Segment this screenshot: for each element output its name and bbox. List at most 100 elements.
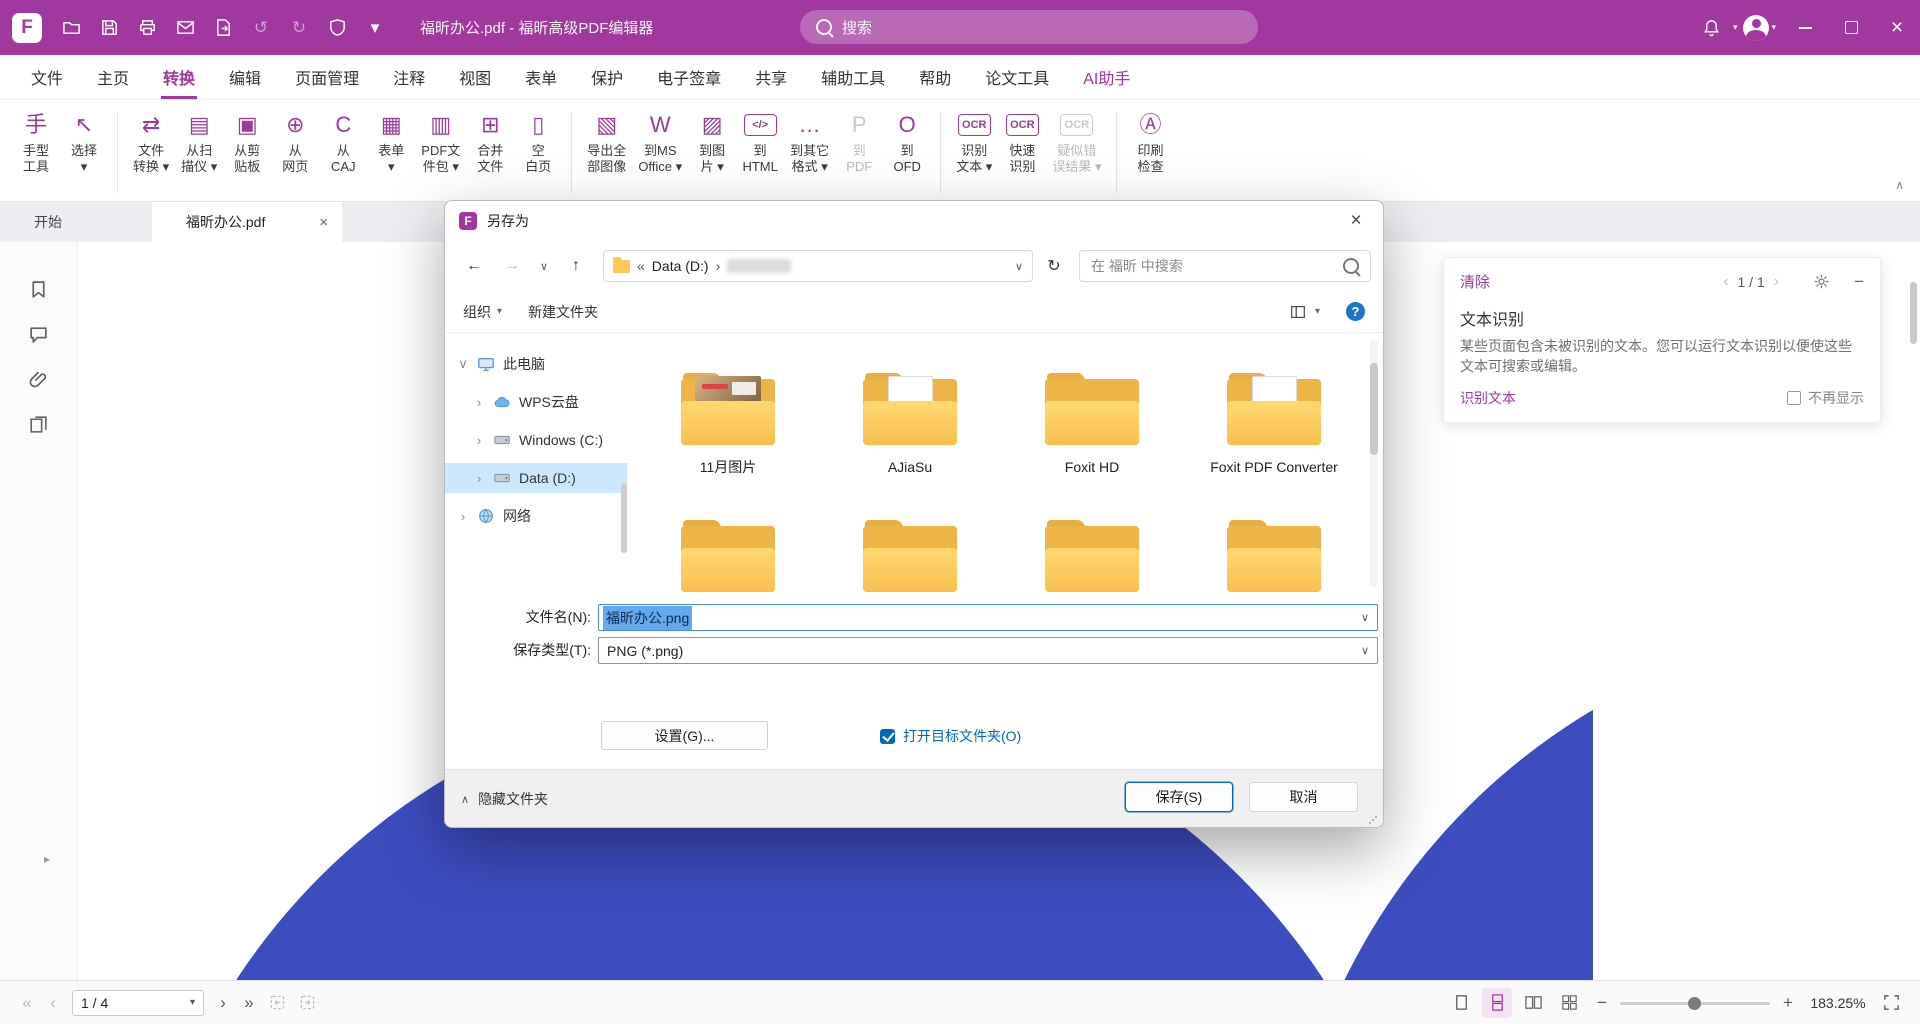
collapse-ribbon-icon[interactable]: ∧ bbox=[1895, 178, 1904, 1016]
file-list-scrollbar[interactable] bbox=[1370, 339, 1378, 587]
account-chevron-icon[interactable]: ▾ bbox=[1771, 22, 1776, 33]
file-list[interactable]: 11月图片AJiaSuFoxit HDFoxit PDF Converter bbox=[627, 333, 1383, 593]
quick-access-chevron-icon[interactable]: ▾ bbox=[359, 12, 391, 44]
close-window-button[interactable]: × bbox=[1874, 0, 1920, 55]
from-scanner-button[interactable]: ▤从扫描仪 ▾ bbox=[175, 106, 223, 199]
to-image-button[interactable]: ▨到图片 ▾ bbox=[688, 106, 736, 199]
file-item[interactable]: 11月图片 bbox=[649, 373, 807, 476]
minimize-button[interactable] bbox=[1782, 0, 1828, 55]
quick-recognize-button[interactable]: OCR快速识别 bbox=[998, 106, 1046, 199]
zoom-out-icon[interactable]: − bbox=[1590, 993, 1614, 1013]
panel-next-icon[interactable]: › bbox=[1774, 273, 1779, 291]
panel-collapse-icon[interactable]: − bbox=[1854, 273, 1864, 290]
back-icon[interactable]: ← bbox=[457, 250, 491, 282]
tree-item-this-pc[interactable]: ∨此电脑 bbox=[445, 349, 627, 379]
filename-input[interactable]: 福昕办公.png ∨ bbox=[598, 604, 1378, 631]
suspect-results-button[interactable]: OCR疑似错误结果 ▾ bbox=[1046, 106, 1107, 199]
blank-page-button[interactable]: ▯空白页 bbox=[514, 106, 562, 199]
scrollbar-thumb[interactable] bbox=[1370, 363, 1378, 455]
file-item[interactable]: AJiaSu bbox=[831, 373, 989, 476]
page-dropdown-chevron-icon[interactable]: ▾ bbox=[190, 997, 195, 1008]
prev-page-icon[interactable]: ‹ bbox=[40, 993, 66, 1013]
path-segment-drive[interactable]: Data (D:) bbox=[652, 258, 709, 274]
file-item[interactable]: Foxit HD bbox=[1013, 373, 1171, 476]
file-item-partial[interactable] bbox=[1013, 520, 1171, 592]
close-tab-icon[interactable]: × bbox=[319, 214, 328, 231]
to-ofd-button[interactable]: O到OFD bbox=[883, 106, 931, 199]
page-indicator-input[interactable]: 1 / 4 ▾ bbox=[72, 990, 204, 1016]
menu-item-comment[interactable]: 注释 bbox=[376, 55, 442, 99]
menu-item-accessibility[interactable]: 辅助工具 bbox=[804, 55, 902, 99]
from-caj-button[interactable]: C从CAJ bbox=[319, 106, 367, 199]
dialog-close-icon[interactable]: × bbox=[1335, 201, 1377, 241]
menu-item-convert[interactable]: 转换 bbox=[146, 55, 212, 99]
menu-item-paper-tools[interactable]: 论文工具 bbox=[968, 55, 1066, 99]
hide-folders-button[interactable]: ∧ 隐藏文件夹 bbox=[461, 789, 548, 809]
file-item-partial[interactable] bbox=[1195, 520, 1353, 592]
menu-item-page-organize[interactable]: 页面管理 bbox=[278, 55, 376, 99]
tab-start[interactable]: 开始 bbox=[0, 202, 152, 242]
combine-files-button[interactable]: ⊞合并文件 bbox=[466, 106, 514, 199]
pdf-portfolio-button[interactable]: ▥PDF文件包 ▾ bbox=[415, 106, 466, 199]
grid-view-icon[interactable] bbox=[1554, 988, 1584, 1018]
notifications-chevron-icon[interactable]: ▾ bbox=[1733, 22, 1738, 33]
chevron-collapsed-icon[interactable]: › bbox=[473, 471, 485, 486]
file-item-partial[interactable] bbox=[831, 520, 989, 592]
refresh-icon[interactable]: ↻ bbox=[1037, 250, 1071, 282]
open-target-folder-checkbox[interactable]: 打开目标文件夹(O) bbox=[880, 726, 1021, 746]
file-item-partial[interactable] bbox=[649, 520, 807, 592]
print-icon[interactable] bbox=[131, 12, 163, 44]
panel-prev-icon[interactable]: ‹ bbox=[1723, 273, 1728, 291]
save-type-select[interactable]: PNG (*.png) ∨ bbox=[598, 637, 1378, 664]
app-logo-icon[interactable]: F bbox=[12, 13, 42, 43]
tree-item-network[interactable]: ›网络 bbox=[445, 501, 627, 531]
menu-item-view[interactable]: 视图 bbox=[442, 55, 508, 99]
protect-icon[interactable] bbox=[321, 12, 353, 44]
export-icon[interactable] bbox=[207, 12, 239, 44]
user-avatar[interactable] bbox=[1743, 15, 1769, 41]
first-page-icon[interactable]: « bbox=[14, 993, 40, 1013]
page-thumbnails-icon[interactable] bbox=[22, 407, 56, 441]
form-create-button[interactable]: ▦表单▾ bbox=[367, 106, 415, 199]
notifications-bell-icon[interactable] bbox=[1696, 12, 1728, 44]
open-file-icon[interactable] bbox=[55, 12, 87, 44]
menu-item-ai-assistant[interactable]: AI助手 bbox=[1066, 55, 1147, 99]
zoom-percent[interactable]: 183.25% bbox=[1806, 995, 1870, 1011]
address-bar[interactable]: « Data (D:) › ∨ bbox=[603, 250, 1033, 282]
menu-item-protect[interactable]: 保护 bbox=[574, 55, 640, 99]
up-icon[interactable]: ↑ bbox=[559, 250, 593, 282]
from-clipboard-button[interactable]: ▣从剪贴板 bbox=[223, 106, 271, 199]
select-tool-button[interactable]: ↖选择▾ bbox=[60, 106, 108, 199]
to-ms-office-button[interactable]: W到MSOffice ▾ bbox=[632, 106, 688, 199]
maximize-button[interactable] bbox=[1828, 0, 1874, 55]
chevron-collapsed-icon[interactable]: › bbox=[457, 509, 469, 524]
redo-icon[interactable]: ↻ bbox=[283, 12, 315, 44]
recent-locations-chevron-icon[interactable]: ∨ bbox=[533, 250, 555, 282]
file-convert-button[interactable]: ⇄文件转换 ▾ bbox=[127, 106, 175, 199]
previous-view-icon[interactable] bbox=[262, 988, 292, 1018]
menu-item-esignature[interactable]: 电子签章 bbox=[640, 55, 738, 99]
recognize-text-button[interactable]: OCR识别文本 ▾ bbox=[950, 106, 998, 199]
next-page-icon[interactable]: › bbox=[210, 993, 236, 1013]
undo-icon[interactable]: ↺ bbox=[245, 12, 277, 44]
document-scrollbar[interactable] bbox=[1910, 282, 1917, 344]
panel-settings-gear-icon[interactable] bbox=[1813, 273, 1830, 290]
chevron-down-icon[interactable]: ▾ bbox=[1315, 306, 1320, 317]
view-options-icon[interactable] bbox=[1289, 303, 1307, 321]
dont-show-again-checkbox[interactable]: 不再显示 bbox=[1787, 388, 1864, 408]
to-html-button[interactable]: </>到HTML bbox=[736, 106, 784, 199]
clear-button[interactable]: 清除 bbox=[1460, 271, 1490, 292]
menu-item-edit[interactable]: 编辑 bbox=[212, 55, 278, 99]
comments-icon[interactable] bbox=[22, 317, 56, 351]
zoom-slider[interactable] bbox=[1620, 996, 1770, 1010]
tree-item-windows-c[interactable]: ›Windows (C:) bbox=[445, 425, 627, 455]
to-pdf-button[interactable]: P到PDF bbox=[835, 106, 883, 199]
menu-item-file[interactable]: 文件 bbox=[14, 55, 80, 99]
global-search-input[interactable]: 搜索 bbox=[800, 10, 1258, 44]
hand-tool-button[interactable]: 手手型工具 bbox=[12, 106, 60, 199]
export-all-images-button[interactable]: ▧导出全部图像 bbox=[581, 106, 632, 199]
chevron-collapsed-icon[interactable]: › bbox=[473, 433, 485, 448]
next-view-icon[interactable] bbox=[292, 988, 322, 1018]
help-icon[interactable]: ? bbox=[1346, 302, 1365, 321]
print-check-button[interactable]: Ⓐ印刷检查 bbox=[1126, 106, 1174, 199]
